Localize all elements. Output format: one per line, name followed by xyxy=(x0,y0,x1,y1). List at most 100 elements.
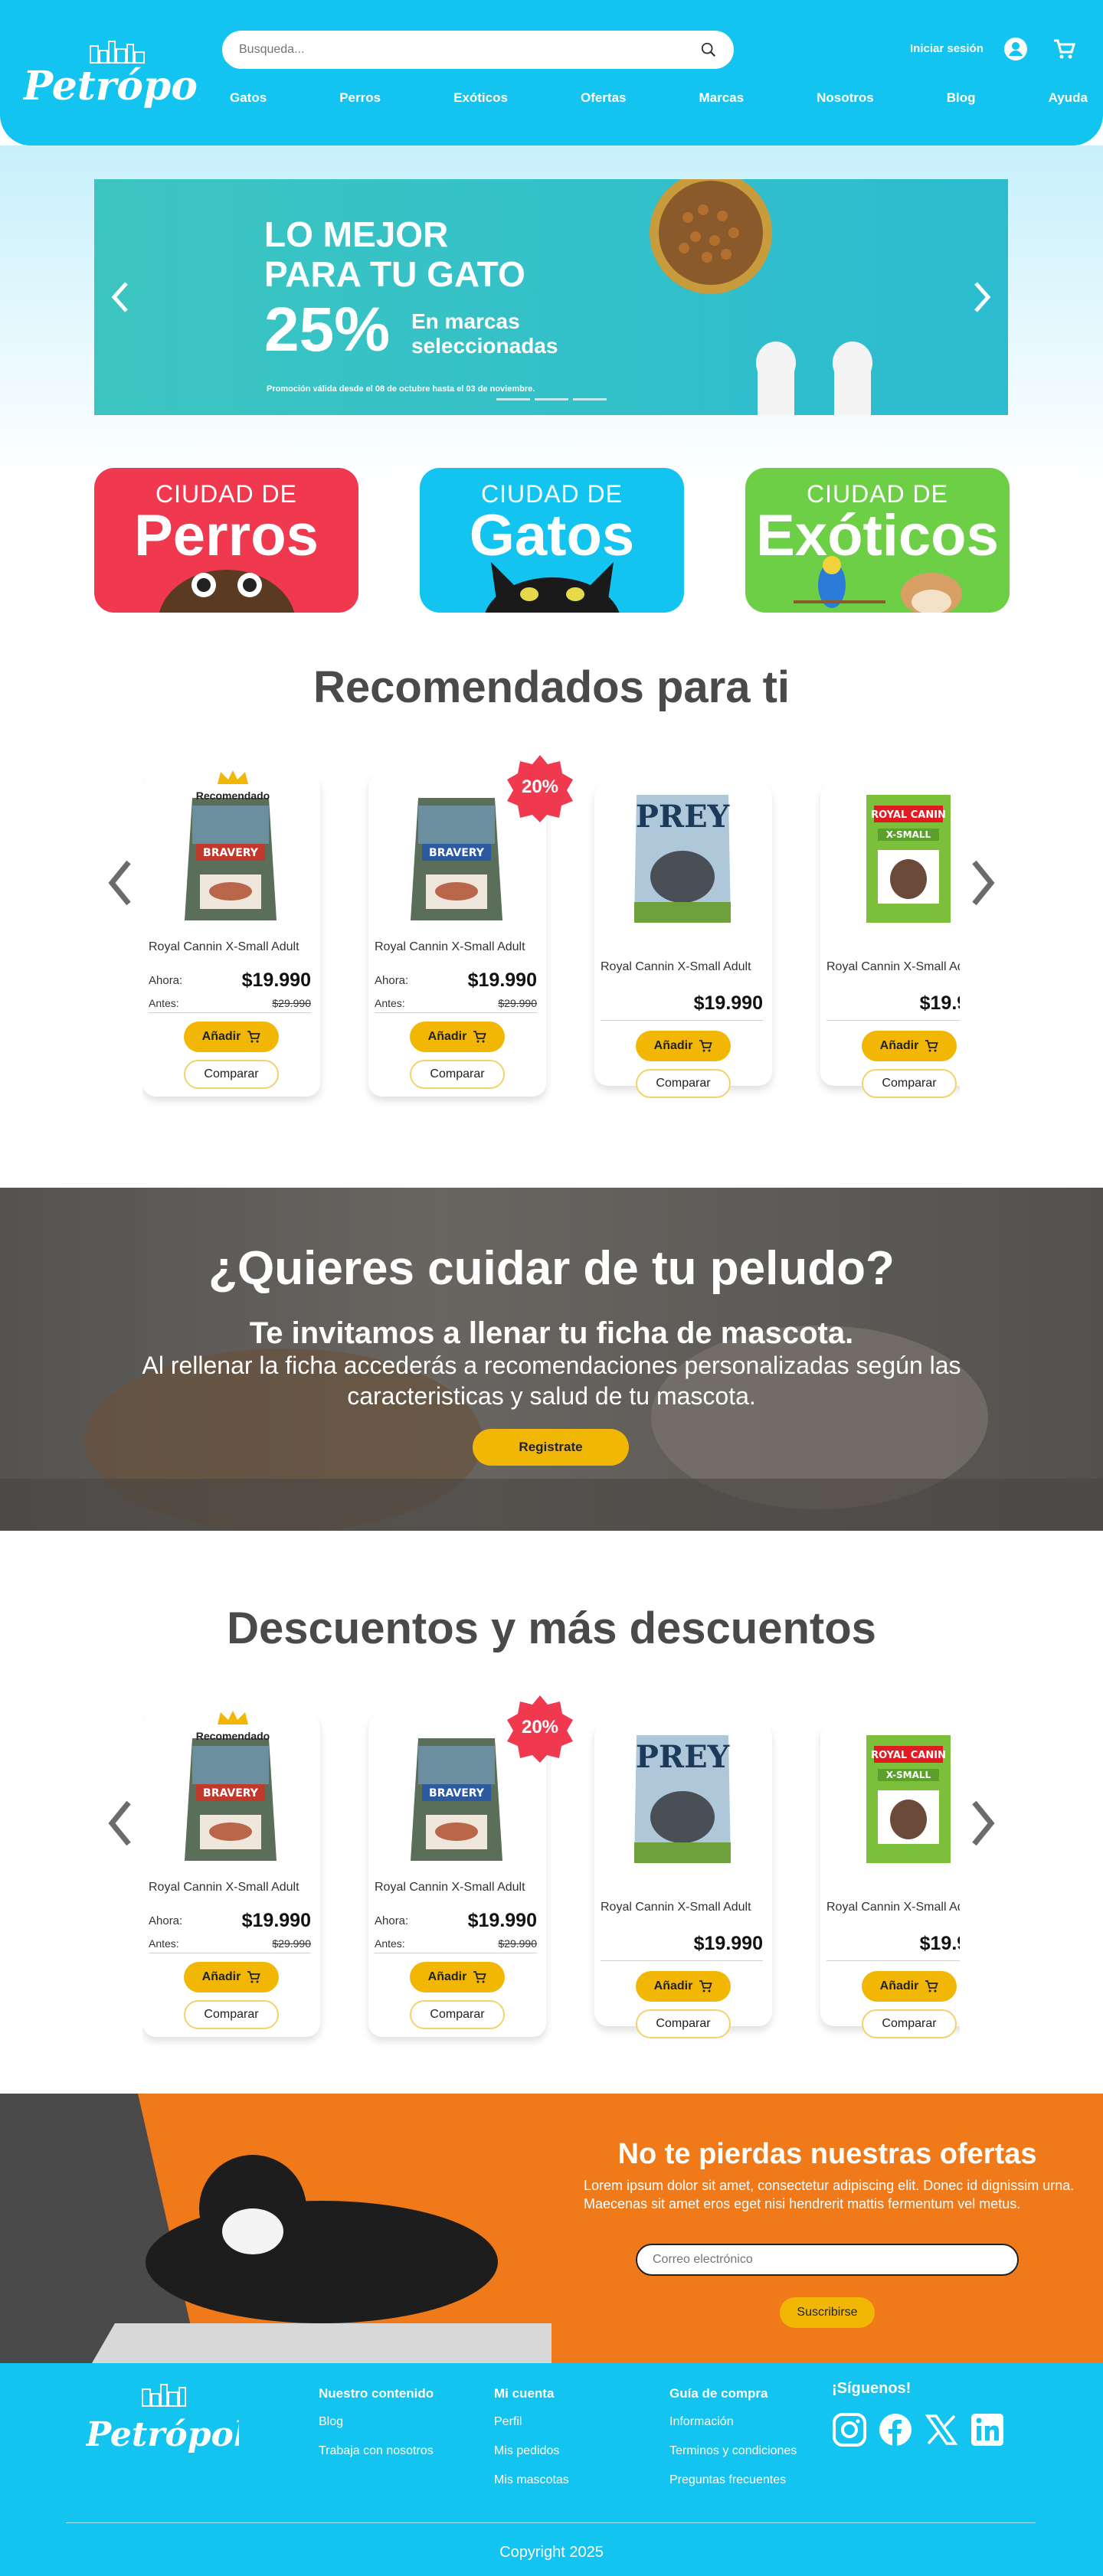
cart-icon xyxy=(247,1030,261,1043)
price-now: $19.990 xyxy=(919,1933,960,1954)
product-image[interactable]: BRAVERY xyxy=(399,790,514,928)
petropolis-logo[interactable]: Petrópolis xyxy=(21,38,250,115)
chevron-right-icon[interactable] xyxy=(968,1796,999,1850)
email-field[interactable] xyxy=(636,2244,1019,2276)
product-card[interactable]: BRAVERY Royal Cannin X-Small Adult Ahora: $… xyxy=(142,773,320,1097)
product-card[interactable]: ROYAL CANIN X-SMALL Royal Cannin X-Small A… xyxy=(820,1723,960,2038)
footer-link-orders[interactable]: Mis pedidos xyxy=(494,2444,569,2458)
nav-blog[interactable]: Blog xyxy=(947,90,976,106)
x-icon[interactable] xyxy=(924,2412,959,2447)
instagram-icon[interactable] xyxy=(832,2412,867,2447)
price-now: $19.990 xyxy=(241,1910,311,1931)
newsletter-text: Lorem ipsum dolor sit amet, consectetur … xyxy=(584,2178,1075,2212)
product-image[interactable]: PREY xyxy=(625,1729,740,1867)
compare-button[interactable]: Comparar xyxy=(410,1060,505,1089)
hero-banner[interactable]: LO MEJOR PARA TU GATO 25% En marcas selecc… xyxy=(94,179,1008,415)
category-perros[interactable]: CIUDAD DE Perros xyxy=(94,468,358,613)
crown-icon xyxy=(218,1711,248,1724)
promo-subtitle: Te invitamos a llenar tu ficha de mascot… xyxy=(249,1316,854,1350)
promo-title: ¿Quieres cuidar de tu peludo? xyxy=(208,1242,895,1295)
add-to-cart-button[interactable]: Añadir xyxy=(636,1971,731,2002)
compare-button[interactable]: Comparar xyxy=(410,2000,505,2029)
add-to-cart-button[interactable]: Añadir xyxy=(862,1031,957,1061)
footer-link-terms[interactable]: Terminos y condiciones xyxy=(669,2444,797,2458)
login-link[interactable]: Iniciar sesión xyxy=(910,42,984,55)
chevron-right-icon[interactable] xyxy=(968,856,999,910)
chevron-left-icon[interactable] xyxy=(104,856,135,910)
facebook-icon[interactable] xyxy=(878,2412,913,2447)
compare-button[interactable]: Comparar xyxy=(636,2009,731,2038)
product-name[interactable]: Royal Cannin X-Small Adult xyxy=(601,1901,761,1914)
newsletter-form: No te pierdas nuestras ofertas Lorem ips… xyxy=(552,2094,1103,2363)
laptop-cat-image xyxy=(0,2094,552,2363)
svg-text:X-SMALL: X-SMALL xyxy=(886,1770,931,1780)
category-gatos[interactable]: CIUDAD DE Gatos xyxy=(420,468,684,613)
nav-exoticos[interactable]: Exóticos xyxy=(453,90,508,106)
cart-icon[interactable] xyxy=(1052,38,1075,60)
nav-ayuda[interactable]: Ayuda xyxy=(1049,90,1088,106)
product-card[interactable]: PREY Royal Cannin X-Small Adult $19.990 Aña… xyxy=(594,1723,772,2038)
product-image[interactable]: BRAVERY xyxy=(173,1731,288,1868)
footer-link-profile[interactable]: Perfil xyxy=(494,2415,569,2429)
linkedin-icon[interactable] xyxy=(970,2412,1005,2447)
add-to-cart-button[interactable]: Añadir xyxy=(862,1971,957,2002)
search-icon[interactable] xyxy=(700,41,717,58)
nav-marcas[interactable]: Marcas xyxy=(699,90,745,106)
nav-gatos[interactable]: Gatos xyxy=(230,90,267,106)
footer-link-info[interactable]: Información xyxy=(669,2415,797,2429)
product-image[interactable]: BRAVERY xyxy=(173,790,288,928)
add-to-cart-button[interactable]: Añadir xyxy=(410,1022,505,1052)
category-exoticos[interactable]: CIUDAD DE Exóticos xyxy=(745,468,1010,613)
footer-link-faq[interactable]: Preguntas frecuentes xyxy=(669,2473,797,2487)
footer-link-jobs[interactable]: Trabaja con nosotros xyxy=(319,2444,434,2458)
add-to-cart-button[interactable]: Añadir xyxy=(184,1962,279,1992)
chevron-left-icon[interactable] xyxy=(105,274,136,320)
compare-button[interactable]: Comparar xyxy=(862,1069,957,1098)
product-image[interactable]: PREY xyxy=(625,789,740,927)
product-name[interactable]: Royal Cannin X-Small Adult xyxy=(149,1881,309,1894)
product-card[interactable]: PREY Royal Cannin X-Small Adult $19.990 Aña… xyxy=(594,783,772,1098)
product-name[interactable]: Royal Cannin X-Small Adult xyxy=(375,1881,535,1894)
search-bar xyxy=(222,31,734,69)
carousel-dots[interactable] xyxy=(496,398,607,400)
price-before: $29.990 xyxy=(272,1937,311,1950)
product-image[interactable]: BRAVERY xyxy=(399,1731,514,1868)
svg-text:Petrópolis: Petrópolis xyxy=(23,63,199,110)
hero-percent-sub: En marcas seleccionadas xyxy=(411,309,558,358)
product-name[interactable]: Royal Cannin X-Small Adult xyxy=(826,1901,960,1914)
register-button[interactable]: Registrate xyxy=(473,1429,629,1466)
subscribe-button[interactable]: Suscribirse xyxy=(780,2297,875,2328)
newsletter-title: No te pierdas nuestras ofertas xyxy=(617,2138,1037,2170)
compare-button[interactable]: Comparar xyxy=(184,2000,279,2029)
product-name[interactable]: Royal Cannin X-Small Adult xyxy=(826,960,960,974)
footer-link-blog[interactable]: Blog xyxy=(319,2415,434,2429)
product-name[interactable]: Royal Cannin X-Small Adult xyxy=(375,940,535,954)
add-to-cart-button[interactable]: Añadir xyxy=(636,1031,731,1061)
product-name[interactable]: Royal Cannin X-Small Adult xyxy=(149,940,309,954)
add-to-cart-button[interactable]: Añadir xyxy=(410,1962,505,1992)
add-to-cart-button[interactable]: Añadir xyxy=(184,1022,279,1052)
chevron-left-icon[interactable] xyxy=(104,1796,135,1850)
user-icon[interactable] xyxy=(1003,37,1028,61)
nav-nosotros[interactable]: Nosotros xyxy=(817,90,874,106)
compare-button[interactable]: Comparar xyxy=(636,1069,731,1098)
price-now-label: Ahora: xyxy=(149,1914,183,1927)
product-card[interactable]: ROYAL CANIN X-SMALL Royal Cannin X-Small A… xyxy=(820,783,960,1098)
price-before: $29.990 xyxy=(498,997,537,1009)
product-name[interactable]: Royal Cannin X-Small Adult xyxy=(601,960,761,974)
nav-perros[interactable]: Perros xyxy=(339,90,381,106)
product-card[interactable]: BRAVERY Royal Cannin X-Small Adult Ahora: $… xyxy=(142,1714,320,2037)
compare-button[interactable]: Comparar xyxy=(862,2009,957,2038)
chevron-right-icon[interactable] xyxy=(967,274,997,320)
price-before-label: Antes: xyxy=(375,1937,405,1950)
footer-logo[interactable]: Petrópolis xyxy=(84,2380,278,2472)
product-image[interactable]: ROYAL CANIN X-SMALL xyxy=(851,789,960,927)
hero-fine-print: Promoción válida desde el 08 de octubre … xyxy=(267,384,535,394)
svg-text:PREY: PREY xyxy=(636,1739,730,1775)
footer-col-account: Mi cuenta Perfil Mis pedidos Mis mascota… xyxy=(494,2386,569,2502)
compare-button[interactable]: Comparar xyxy=(184,1060,279,1089)
nav-ofertas[interactable]: Ofertas xyxy=(581,90,627,106)
product-image[interactable]: ROYAL CANIN X-SMALL xyxy=(851,1729,960,1867)
footer-link-pets[interactable]: Mis mascotas xyxy=(494,2473,569,2487)
search-input[interactable] xyxy=(239,31,683,69)
